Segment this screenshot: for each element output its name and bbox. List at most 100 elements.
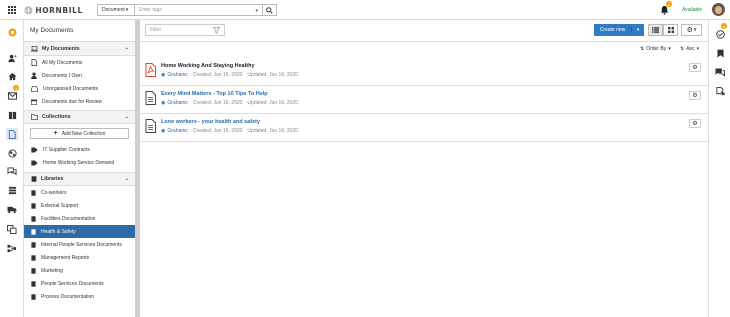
document-updated: Updated: Jun 16, 2020 <box>247 128 299 134</box>
caret-down-icon[interactable]: ▾ <box>632 27 644 33</box>
chevron-double-down-icon[interactable]: ⌄ <box>125 176 129 182</box>
sidebar-item-documents-i-own[interactable]: Documents I Own <box>24 69 135 82</box>
star-icon[interactable] <box>7 27 17 37</box>
document-author[interactable]: ◉ Grahamc <box>161 128 188 134</box>
logo[interactable]: ◍ HORNBILL <box>24 4 83 16</box>
document-settings-button[interactable]: ⚙ <box>689 119 701 128</box>
my-documents-header-label: My Documents <box>42 45 80 52</box>
bookmark-icon[interactable] <box>715 48 725 58</box>
home-icon[interactable] <box>7 71 17 81</box>
author-name: Grahamc <box>167 100 188 106</box>
plus-icon: + <box>53 130 58 137</box>
caret-down-icon[interactable]: ▾ <box>255 8 258 14</box>
document-title[interactable]: Home Working And Staying Healthy <box>161 63 255 69</box>
search-type-label: Document <box>102 7 125 13</box>
library-icon <box>31 228 36 235</box>
user-add-icon[interactable] <box>7 53 17 63</box>
tasks-button[interactable]: 4 <box>715 23 727 39</box>
status-text[interactable]: Available <box>682 7 702 13</box>
library-icon <box>31 280 36 287</box>
cards-icon[interactable] <box>7 224 17 234</box>
sidebar-item-documents-due-for-review[interactable]: Documents due for Review <box>24 95 135 108</box>
sidebar-item-label: IT Supplier Contracts <box>43 146 90 153</box>
document-settings-button[interactable]: ⚙ <box>689 63 701 72</box>
document-row[interactable]: Every Mind Matters - Top 10 Tips To Help… <box>140 86 708 114</box>
document-updated: Updated: Jun 16, 2020 <box>247 100 299 106</box>
mail-icon[interactable]: 3 <box>7 85 19 101</box>
sidebar-item-internal-people-services-documents[interactable]: Internal People Services Documents <box>24 238 135 251</box>
sidebar-item-label: Unorganised Documents <box>43 85 99 92</box>
sidebar-item-management-reports[interactable]: Management Reports <box>24 251 135 264</box>
sidebar-item-unorganised-documents[interactable]: Unorganised Documents <box>24 82 135 95</box>
gear-icon: ⚙ <box>692 64 698 71</box>
author-name: Grahamc <box>167 72 188 78</box>
sidebar-item-process-documentation[interactable]: Process Documentation <box>24 290 135 303</box>
document-created: Created: Jun 16, 2020 <box>192 128 243 134</box>
sidebar-item-people-services-documents[interactable]: People Services Documents <box>24 277 135 290</box>
gear-icon: ⚙ <box>692 120 698 127</box>
library-icon <box>31 176 37 182</box>
libraries-section-header[interactable]: Libraries ⌄ <box>24 172 135 186</box>
document-author[interactable]: ◉ Grahamc <box>161 100 188 106</box>
sidebar-item-co-workers[interactable]: Co-workers <box>24 186 135 199</box>
list-view-button[interactable] <box>648 24 663 36</box>
document-row[interactable]: Home Working And Staying Healthy ◉ Graham… <box>140 58 708 86</box>
search-type-dropdown[interactable]: Document ▾ <box>98 5 135 15</box>
add-new-collection-button[interactable]: + Add New Collection <box>30 128 129 139</box>
document-updated: Updated: Jun 16, 2020 <box>247 72 299 78</box>
document-row[interactable]: Lone workers - your health and safety ◉ G… <box>140 114 708 142</box>
document-created: Created: Jun 16, 2020 <box>192 72 243 78</box>
chat-icon[interactable] <box>7 166 17 176</box>
sidebar-item-health-and-safety[interactable]: Health & Safety <box>24 225 135 238</box>
filter-placeholder: Filter <box>150 27 162 33</box>
library-icon <box>31 254 36 261</box>
left-icon-bar: 3 <box>0 20 24 317</box>
sidebar-item-label: Process Documentation <box>41 293 95 300</box>
sort-direction-dropdown[interactable]: ⇅ Asc ▾ <box>680 46 699 52</box>
document-author[interactable]: ◉ Grahamc <box>161 72 188 78</box>
document-meta: ◉ Grahamc Created: Jun 16, 2020 Updated: … <box>161 128 298 134</box>
sidebar-title: My Documents <box>24 20 135 42</box>
my-documents-section-header[interactable]: My Documents ⌄ <box>24 42 135 56</box>
caret-down-icon: ▾ <box>668 46 671 52</box>
sidebar-item-facilities-documentation[interactable]: Facilities Documentation <box>24 212 135 225</box>
right-icon-bar: 4 <box>708 20 730 317</box>
tasks-badge: 4 <box>721 23 727 29</box>
document-settings-button[interactable]: ⚙ <box>689 91 701 100</box>
notifications-button[interactable]: 4 <box>660 1 672 17</box>
library-icon <box>31 189 36 196</box>
search-button[interactable] <box>263 5 276 15</box>
sidebar-item-all-my-documents[interactable]: All My Documents <box>24 56 135 69</box>
sidebar-item-home-working-service-demand[interactable]: Home Working Service Demand <box>24 156 135 169</box>
add-new-collection-label: Add New Collection <box>61 130 106 137</box>
document-title[interactable]: Every Mind Matters - Top 10 Tips To Help <box>161 91 268 97</box>
doc-icon[interactable] <box>6 128 18 140</box>
truck-icon[interactable] <box>7 204 17 214</box>
create-new-button[interactable]: Create new ▾ <box>594 24 644 36</box>
book-icon[interactable] <box>7 110 17 120</box>
document-meta: ◉ Grahamc Created: Jun 16, 2020 Updated: … <box>161 100 298 106</box>
doc-file-icon <box>145 119 156 133</box>
chevron-double-down-icon[interactable]: ⌄ <box>125 45 129 51</box>
settings-dropdown-button[interactable]: ⚙ ▾ <box>681 24 702 36</box>
search-input[interactable]: Enter tags ▾ <box>135 5 263 15</box>
sidebar-item-label: External Support <box>41 202 79 209</box>
org-icon[interactable] <box>7 243 17 253</box>
avatar[interactable] <box>712 3 725 16</box>
sidebar-item-it-supplier-contracts[interactable]: IT Supplier Contracts <box>24 143 135 156</box>
filter-input[interactable]: Filter <box>145 24 225 36</box>
library-icon <box>31 267 36 274</box>
conversations-icon[interactable] <box>715 67 725 77</box>
documents-link-icon[interactable] <box>715 86 725 96</box>
grid-view-button[interactable] <box>663 24 678 36</box>
chevron-double-down-icon[interactable]: ⌄ <box>125 114 129 120</box>
apps-grid-icon[interactable] <box>8 6 16 14</box>
sidebar-item-external-support[interactable]: External Support <box>24 199 135 212</box>
order-by-dropdown[interactable]: ⇅ Order By ▾ <box>640 46 671 52</box>
document-title[interactable]: Lone workers - your health and safety <box>161 119 260 125</box>
collections-section-header[interactable]: Collections ⌄ <box>24 110 135 124</box>
sidebar-item-marketing[interactable]: Marketing <box>24 264 135 277</box>
page-icon <box>31 59 37 66</box>
world-icon[interactable] <box>7 148 17 158</box>
stack-icon[interactable] <box>7 185 17 195</box>
